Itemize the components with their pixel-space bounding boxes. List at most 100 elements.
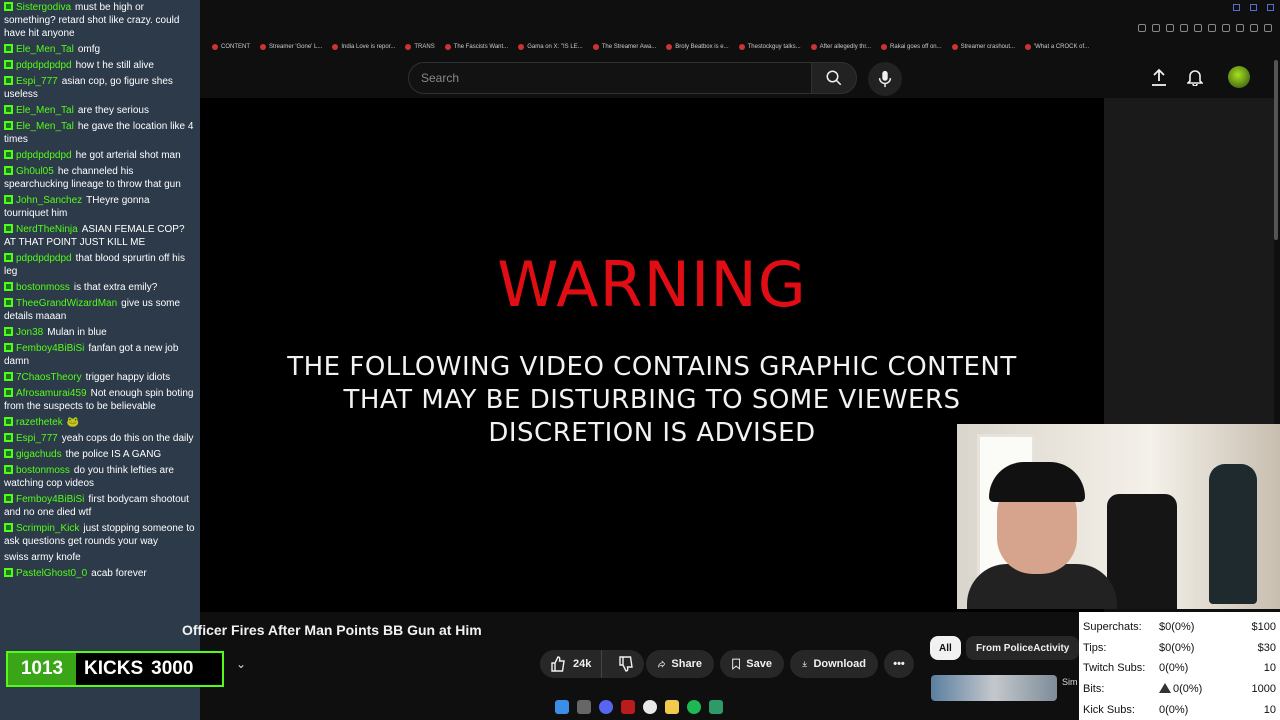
chat-username[interactable]: John_Sanchez — [16, 195, 82, 206]
extension-icon[interactable] — [1166, 24, 1174, 32]
chat-username[interactable]: Espi_777 — [16, 76, 58, 87]
chat-username[interactable]: pdpdpdpdpd — [16, 150, 72, 161]
goal-label: Tips: — [1083, 641, 1107, 654]
kick-badge-icon — [4, 76, 13, 85]
download-label: Download — [813, 658, 866, 670]
extension-icon[interactable] — [1180, 24, 1188, 32]
folder-icon[interactable] — [665, 700, 679, 714]
chat-message: Espi_777 asian cop, go figure shes useles… — [0, 74, 200, 103]
windows-start-icon[interactable] — [555, 700, 569, 714]
chat-username[interactable]: gigachuds — [16, 449, 62, 460]
chat-username[interactable]: PastelGhost0_0 — [16, 568, 87, 579]
voice-search-button[interactable] — [868, 62, 902, 96]
search-icon[interactable] — [577, 700, 591, 714]
bookmark-item[interactable]: Broly Beatbox is e... — [666, 44, 729, 50]
chat-username[interactable]: razethetek — [16, 417, 63, 428]
chat-username[interactable]: Femboy4BiBiSi — [16, 494, 84, 505]
kick-badge-icon — [4, 2, 13, 11]
chat-text: yeah cops do this on the daily — [61, 433, 194, 444]
bookmark-item[interactable]: CONTENT — [212, 44, 250, 50]
close-icon[interactable] — [1267, 4, 1274, 11]
more-actions-button[interactable]: ••• — [884, 650, 914, 678]
chip-all[interactable]: All — [930, 636, 961, 660]
bookmark-item[interactable]: TRANS — [405, 44, 435, 50]
extension-icon[interactable] — [1236, 24, 1244, 32]
chat-username[interactable]: Femboy4BiBiSi — [16, 343, 84, 354]
bookmarks-bar: CONTENT Streamer 'Gone' L... India Love is… — [200, 40, 1280, 54]
warning-triangle-icon — [1159, 683, 1171, 694]
chat-message: TheeGrandWizardMan give us some details m… — [0, 296, 200, 325]
related-video-thumbnail[interactable] — [931, 675, 1057, 701]
bookmark-favicon-icon — [738, 44, 745, 50]
scrollbar[interactable] — [1274, 60, 1278, 240]
bookmark-item[interactable]: The Fascists Want... — [444, 44, 508, 50]
avatar[interactable] — [1228, 66, 1250, 88]
minimize-icon[interactable] — [1233, 4, 1240, 11]
bookmark-item[interactable]: 'What a CROCK of... — [1025, 44, 1089, 50]
chat-username[interactable]: TheeGrandWizardMan — [16, 298, 117, 309]
app-icon[interactable] — [621, 700, 635, 714]
extension-icon[interactable] — [1194, 24, 1202, 32]
bookmark-label: After allegedly thr... — [819, 44, 872, 50]
chat-username[interactable]: Afrosamurai459 — [16, 388, 87, 399]
chat-text: swiss army knofe — [4, 552, 81, 563]
extension-icon[interactable] — [1208, 24, 1216, 32]
chat-username[interactable]: pdpdpdpdpd — [16, 253, 72, 264]
bookmark-item[interactable]: Streamer crashout... — [951, 44, 1015, 50]
create-button[interactable] — [1148, 66, 1170, 88]
bookmark-item[interactable]: Streamer 'Gone' L... — [260, 44, 322, 50]
goal-label: Superchats: — [1083, 621, 1142, 634]
search-input[interactable]: Search — [408, 62, 812, 94]
chat-username[interactable]: Ele_Men_Tal — [16, 44, 74, 55]
maximize-icon[interactable] — [1250, 4, 1257, 11]
chat-message: Femboy4BiBiSi fanfan got a new job damn — [0, 341, 200, 370]
chat-username[interactable]: Gh0ul05 — [16, 166, 54, 177]
extension-icon[interactable] — [1264, 24, 1272, 32]
save-button[interactable]: Save — [720, 650, 784, 678]
chat-username[interactable]: bostonmoss — [16, 282, 70, 293]
bookmark-item[interactable]: India Love is repor... — [332, 44, 395, 50]
notifications-button[interactable] — [1184, 66, 1206, 88]
chevron-down-icon[interactable]: ⌄ — [236, 657, 246, 671]
chat-text: are they serious — [77, 105, 149, 116]
search-button[interactable] — [811, 62, 857, 94]
chat-username[interactable]: Ele_Men_Tal — [16, 105, 74, 116]
kick-badge-icon — [4, 494, 13, 503]
like-button[interactable]: 24k — [540, 650, 603, 678]
chat-username[interactable]: Jon38 — [16, 327, 43, 338]
related-video-title[interactable]: Sim — [1062, 677, 1078, 687]
bookmark-item[interactable]: After allegedly thr... — [810, 44, 872, 50]
download-button[interactable]: Download — [790, 650, 878, 678]
kick-badge-icon — [4, 449, 13, 458]
chip-from-channel[interactable]: From PoliceActivity — [966, 636, 1080, 660]
chat-username[interactable]: 7ChaosTheory — [16, 372, 82, 383]
extension-icon[interactable] — [1222, 24, 1230, 32]
kick-badge-icon — [4, 523, 13, 532]
goal-target: 10 — [1263, 703, 1276, 716]
spotify-icon[interactable] — [687, 700, 701, 714]
bookmark-item[interactable]: Gama on X: "IS LE... — [518, 44, 583, 50]
chat-username[interactable]: NerdTheNinja — [16, 224, 78, 235]
discord-icon[interactable] — [599, 700, 613, 714]
chrome-icon[interactable] — [643, 700, 657, 714]
extension-icon[interactable] — [1138, 24, 1146, 32]
dislike-button[interactable] — [608, 650, 644, 678]
kick-badge-icon — [4, 298, 13, 307]
share-button[interactable]: Share — [646, 650, 714, 678]
chat-username[interactable]: Sistergodiva — [16, 2, 71, 13]
chat-message: John_Sanchez THeyre gonna tourniquet him — [0, 193, 200, 222]
chat-username[interactable]: Ele_Men_Tal — [16, 121, 74, 132]
chat-username[interactable]: pdpdpdpdpd — [16, 60, 72, 71]
bookmark-label: Streamer crashout... — [960, 44, 1015, 50]
chat-message: Espi_777 yeah cops do this on the daily — [0, 431, 200, 447]
chat-username[interactable]: bostonmoss — [16, 465, 70, 476]
extension-icon[interactable] — [1152, 24, 1160, 32]
extension-icon[interactable] — [1250, 24, 1258, 32]
app-icon[interactable] — [709, 700, 723, 714]
chat-message: NerdTheNinja ASIAN FEMALE COP? AT THAT PO… — [0, 222, 200, 251]
chat-username[interactable]: Scrimpin_Kick — [16, 523, 79, 534]
bookmark-item[interactable]: Thestockguy talks... — [738, 44, 801, 50]
chat-username[interactable]: Espi_777 — [16, 433, 58, 444]
bookmark-item[interactable]: The Streamer Awa... — [592, 44, 656, 50]
bookmark-item[interactable]: Rakai goes off on... — [881, 44, 942, 50]
